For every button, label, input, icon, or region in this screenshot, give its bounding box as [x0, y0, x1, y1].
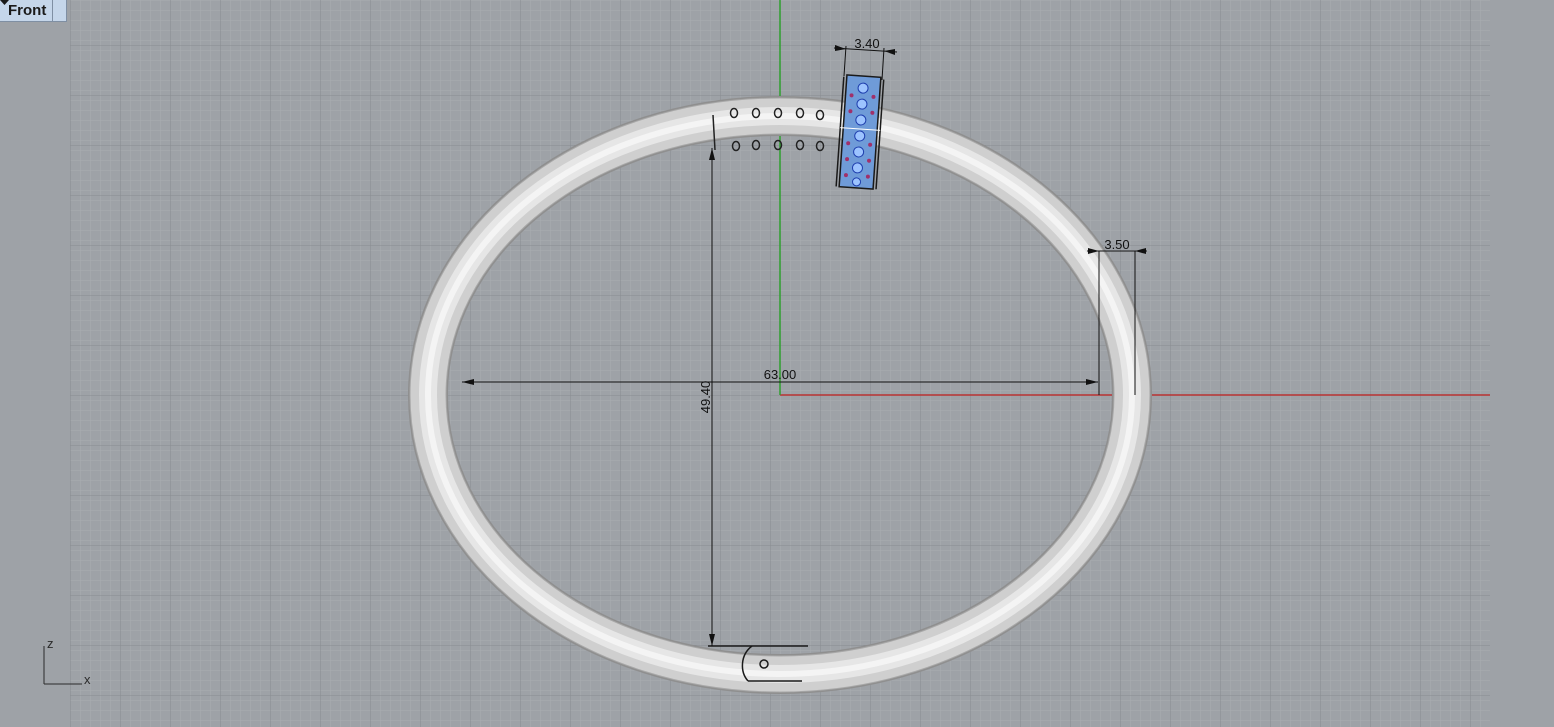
gemstone-insert[interactable] — [835, 74, 885, 190]
chevron-down-icon[interactable] — [0, 0, 67, 21]
height-dimension-label: 49.40 — [698, 381, 713, 414]
axis-label-x: x — [84, 672, 91, 687]
viewport-title-tab[interactable]: Front — [0, 0, 68, 22]
viewport-canvas[interactable]: 63.00 49.40 3.50 3.40 z x — [0, 0, 1554, 727]
front-viewport[interactable]: 63.00 49.40 3.50 3.40 z x Front — [0, 0, 1554, 727]
stone-width-dimension-label: 3.40 — [854, 36, 879, 51]
thickness-dimension-label: 3.50 — [1104, 237, 1129, 252]
axis-label-z: z — [47, 636, 54, 651]
width-dimension-label: 63.00 — [764, 367, 797, 382]
